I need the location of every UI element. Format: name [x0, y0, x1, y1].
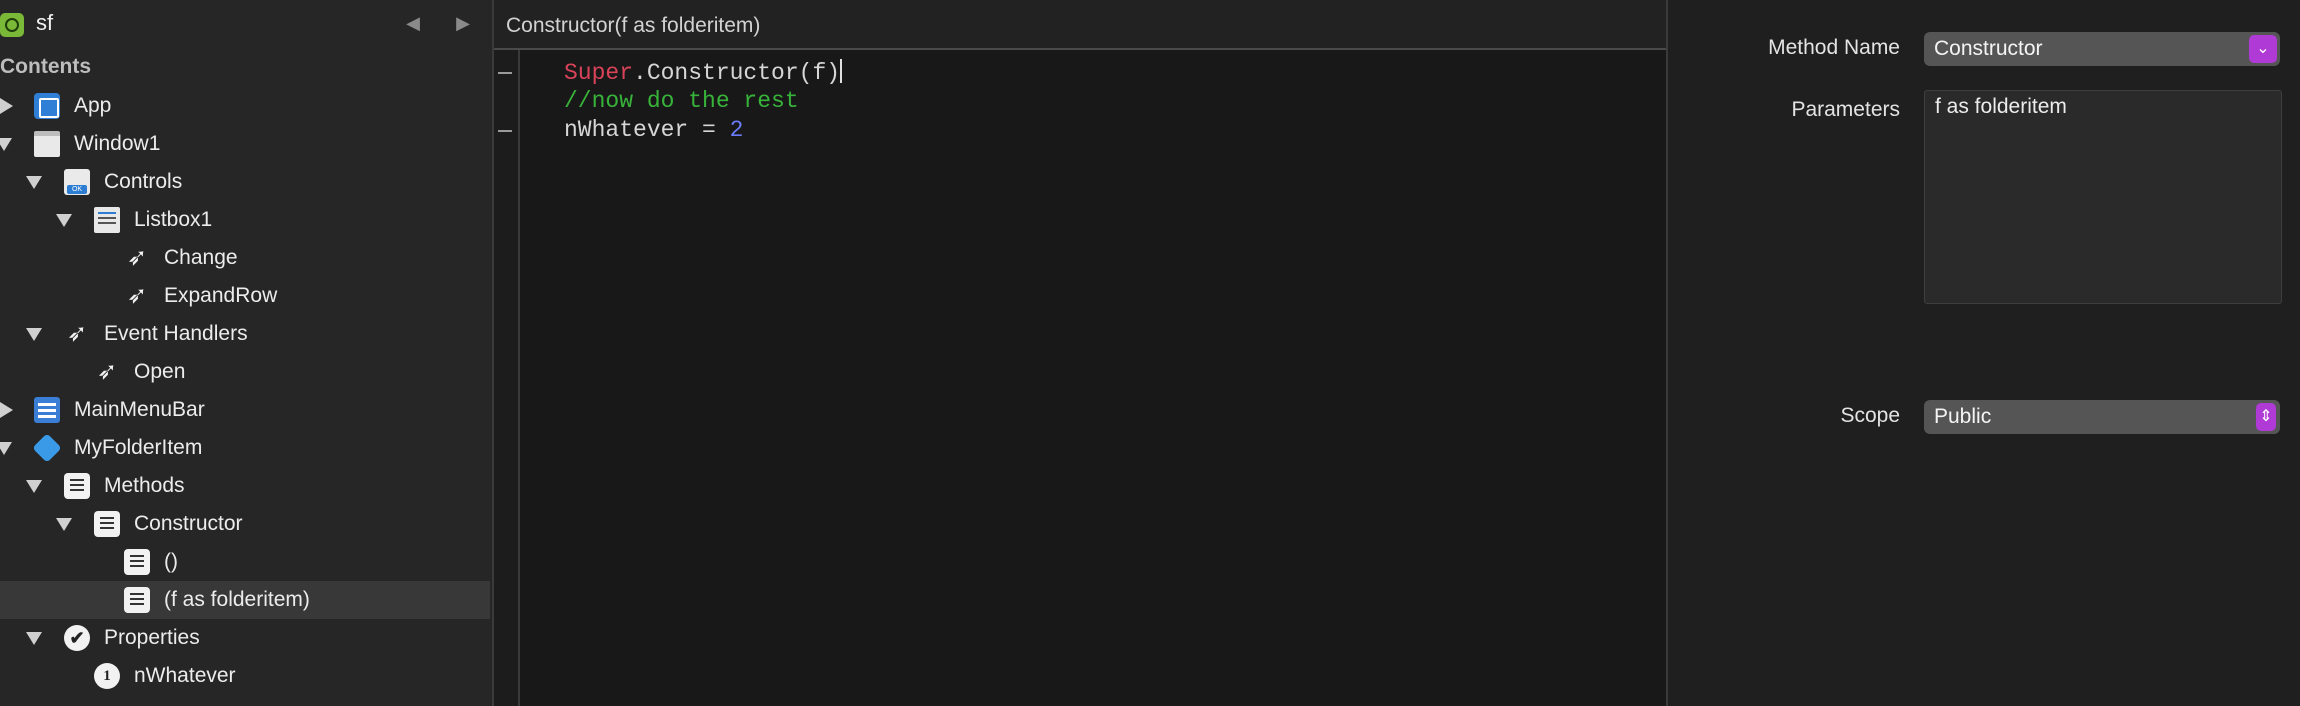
disclosure-triangle-icon[interactable] — [0, 138, 12, 151]
nav-item-constructor-overload-folderitem[interactable]: (f as folderitem) — [0, 581, 490, 619]
nav-item-label: nWhatever — [134, 664, 236, 687]
project-name: sf — [36, 10, 54, 35]
nav-item-label: Controls — [104, 170, 183, 193]
text-caret — [840, 59, 843, 83]
scope-label: Scope — [1840, 404, 1900, 427]
disclosure-triangle-icon[interactable] — [26, 328, 42, 341]
project-navigator: sf ◀ ▶ Contents App Window1 Controls Lis… — [0, 0, 494, 706]
nav-item-label: () — [164, 550, 178, 573]
nav-item-label: Change — [164, 246, 238, 269]
app-icon — [34, 93, 60, 119]
nav-item-label: Constructor — [134, 512, 243, 535]
method-icon — [124, 587, 150, 613]
window-icon — [34, 131, 60, 157]
disclosure-triangle-icon[interactable] — [0, 442, 12, 455]
disclosure-triangle-icon[interactable] — [56, 214, 72, 227]
forward-arrow-icon[interactable]: ▶ — [450, 10, 476, 36]
class-cube-icon — [32, 433, 62, 463]
nav-item-label: MyFolderItem — [74, 436, 203, 459]
fold-marker-icon[interactable] — [498, 72, 512, 74]
checkmark-icon: ✔ — [64, 625, 90, 651]
editor-gutter[interactable] — [494, 50, 520, 706]
code-token-assignment: nWhatever = — [564, 117, 730, 143]
nav-item-label: ExpandRow — [164, 284, 278, 307]
nav-item-methods[interactable]: Methods — [0, 467, 490, 505]
property-number-icon: 1 — [94, 663, 120, 689]
nav-item-label: App — [74, 94, 112, 117]
navigator-header: sf ◀ ▶ — [0, 0, 492, 50]
nav-item-nwhatever[interactable]: 1 nWhatever — [0, 657, 490, 695]
nav-item-label: Methods — [104, 474, 185, 497]
inspector-panel: Method Name Constructor ⌄ Parameters f a… — [1666, 0, 2300, 706]
code-token-call: .Constructor(f) — [633, 60, 841, 86]
code-token-super: Super — [564, 60, 634, 86]
event-pointer-icon: ➶ — [126, 244, 148, 271]
method-name-label: Method Name — [1768, 36, 1900, 59]
nav-item-constructor-overload-empty[interactable]: () — [0, 543, 490, 581]
nav-item-open[interactable]: ➶ Open — [0, 353, 490, 391]
nav-item-listbox1[interactable]: Listbox1 — [0, 201, 490, 239]
nav-item-label: (f as folderitem) — [164, 588, 310, 611]
nav-item-myfolderitem[interactable]: MyFolderItem — [0, 429, 490, 467]
event-pointer-icon: ➶ — [66, 320, 88, 347]
nav-item-label: Open — [134, 360, 186, 383]
code-token-number: 2 — [729, 117, 744, 143]
nav-item-mainmenubar[interactable]: MainMenuBar — [0, 391, 490, 429]
code-line-2[interactable]: //now do the rest — [564, 88, 799, 114]
project-icon — [0, 13, 24, 37]
chevron-down-icon[interactable]: ⌄ — [2249, 35, 2277, 63]
disclosure-triangle-icon[interactable] — [26, 480, 42, 493]
nav-item-label: Properties — [104, 626, 200, 649]
nav-item-label: Event Handlers — [104, 322, 248, 345]
method-name-value: Constructor — [1934, 37, 2043, 60]
event-pointer-icon: ➶ — [126, 282, 148, 309]
disclosure-triangle-icon[interactable] — [0, 402, 13, 418]
code-token-comment: //now do the rest — [564, 88, 799, 114]
nav-item-properties[interactable]: ✔ Properties — [0, 619, 490, 657]
back-arrow-icon[interactable]: ◀ — [400, 10, 426, 36]
nav-item-constructor[interactable]: Constructor — [0, 505, 490, 543]
disclosure-triangle-icon[interactable] — [0, 98, 13, 114]
contents-heading: Contents — [0, 55, 91, 78]
parameters-field[interactable]: f as folderitem — [1924, 90, 2282, 304]
controls-icon — [64, 169, 90, 195]
nav-item-label: MainMenuBar — [74, 398, 205, 421]
disclosure-triangle-icon[interactable] — [56, 518, 72, 531]
nav-item-app[interactable]: App — [0, 87, 490, 125]
code-line-3[interactable]: nWhatever = 2 — [564, 117, 743, 143]
code-editor[interactable]: Constructor(f as folderitem) Super.Const… — [494, 0, 1666, 706]
nav-item-label: Window1 — [74, 132, 161, 155]
method-name-combobox[interactable]: Constructor ⌄ — [1924, 32, 2280, 66]
nav-item-change[interactable]: ➶ Change — [0, 239, 490, 277]
nav-item-window1[interactable]: Window1 — [0, 125, 490, 163]
nav-item-expandrow[interactable]: ➶ ExpandRow — [0, 277, 490, 315]
listbox-icon — [94, 207, 120, 233]
parameters-label: Parameters — [1791, 98, 1900, 121]
menubar-icon — [34, 397, 60, 423]
method-icon — [94, 511, 120, 537]
updown-chevron-icon[interactable]: ⇕ — [2256, 403, 2276, 431]
editor-title: Constructor(f as folderitem) — [506, 14, 761, 37]
scope-value: Public — [1934, 405, 1992, 428]
code-line-1[interactable]: Super.Constructor(f) — [564, 59, 843, 86]
disclosure-triangle-icon[interactable] — [26, 176, 42, 189]
parameters-value: f as folderitem — [1935, 95, 2067, 118]
editor-title-bar: Constructor(f as folderitem) — [494, 0, 1666, 50]
method-icon — [64, 473, 90, 499]
event-pointer-icon: ➶ — [96, 358, 118, 385]
nav-item-label: Listbox1 — [134, 208, 213, 231]
scope-popup[interactable]: Public ⇕ — [1924, 400, 2280, 434]
fold-marker-icon[interactable] — [498, 130, 512, 132]
method-icon — [124, 549, 150, 575]
disclosure-triangle-icon[interactable] — [26, 632, 42, 645]
nav-item-controls[interactable]: Controls — [0, 163, 490, 201]
nav-item-event-handlers[interactable]: ➶ Event Handlers — [0, 315, 490, 353]
